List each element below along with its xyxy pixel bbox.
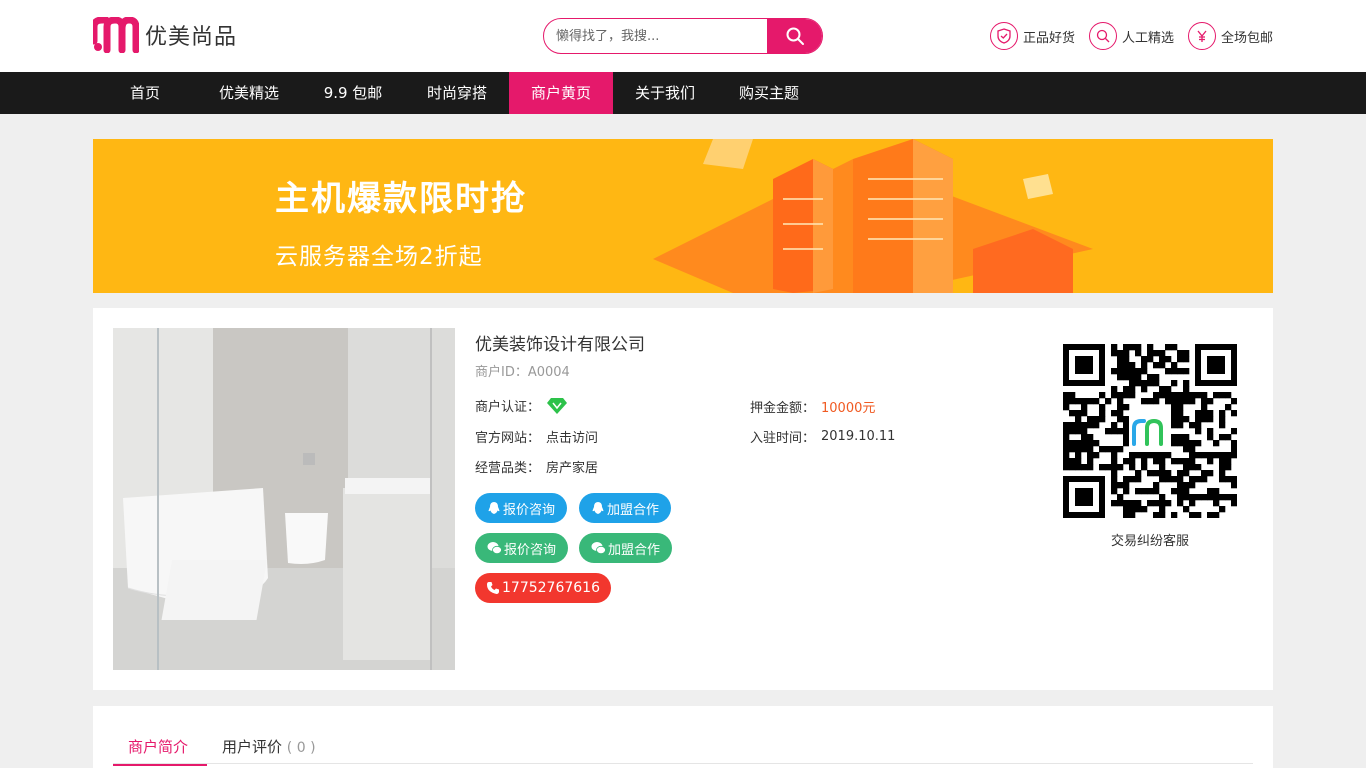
qr-code xyxy=(1063,344,1237,518)
search-button[interactable] xyxy=(767,19,822,53)
merchant-info: 优美装饰设计有限公司 商户ID：A0004 xyxy=(475,330,645,380)
phone-button[interactable]: 17752767616 xyxy=(475,573,611,603)
banner-title: 主机爆款限时抢 xyxy=(275,179,527,219)
badge-curated: 人工精选 xyxy=(1088,22,1174,50)
qq-quote-button[interactable]: 报价咨询 xyxy=(475,493,568,523)
banner-subtitle: 云服务器全场2折起 xyxy=(275,244,483,270)
cert-label: 商户认证： xyxy=(475,400,541,415)
nav-item-featured[interactable]: 优美精选 xyxy=(197,72,301,114)
tab-merchant-intro[interactable]: 商户简介 xyxy=(113,736,207,766)
logo-text: 优美尚品 xyxy=(145,25,238,50)
website-link[interactable]: 点击访问 xyxy=(546,427,598,446)
magnifier-icon xyxy=(1088,22,1117,50)
qq-icon xyxy=(592,502,604,514)
tab-merchant-intro-label: 商户简介 xyxy=(128,738,189,756)
service-badges: 正品好货 人工精选 全场包邮 xyxy=(989,22,1273,50)
main-nav: 首页 优美精选 9.9 包邮 时尚穿搭 商户黄页 关于我们 购买主题 xyxy=(0,72,1366,114)
wechat-quote-button[interactable]: 报价咨询 xyxy=(475,533,569,563)
wechat-quote-label: 报价咨询 xyxy=(504,542,557,558)
yen-icon xyxy=(1187,22,1216,50)
deposit-row: 押金金额： 10000元 xyxy=(750,397,875,416)
nav-item-about[interactable]: 关于我们 xyxy=(613,72,717,114)
deposit-value: 10000元 xyxy=(821,401,876,416)
category-label: 经营品类： xyxy=(475,461,541,476)
review-count: ( 0 ) xyxy=(286,740,316,756)
wechat-join-label: 加盟合作 xyxy=(608,542,661,558)
badge-genuine: 正品好货 xyxy=(989,22,1075,50)
merchant-tabs: 商户简介 用户评价 ( 0 ) xyxy=(93,706,1273,768)
phone-icon xyxy=(487,582,499,594)
search-input[interactable] xyxy=(544,19,767,53)
qq-join-label: 加盟合作 xyxy=(607,502,660,518)
category-row: 经营品类： 房产家居 xyxy=(475,457,598,476)
join-date-value: 2019.10.11 xyxy=(821,429,896,444)
cert-row: 商户认证： xyxy=(475,396,568,415)
deposit-label: 押金金额： xyxy=(750,401,816,416)
nav-item-buy-theme[interactable]: 购买主题 xyxy=(717,72,821,114)
shield-check-icon xyxy=(989,22,1018,50)
tabs-divider xyxy=(113,763,1253,764)
logo-m-icon xyxy=(93,17,139,53)
nav-item-free-shipping[interactable]: 9.9 包邮 xyxy=(301,72,405,114)
join-date-row: 入驻时间： 2019.10.11 xyxy=(750,427,895,446)
search-icon xyxy=(786,27,804,45)
badge-curated-label: 人工精选 xyxy=(1121,30,1174,46)
promo-banner[interactable]: 主机爆款限时抢 云服务器全场2折起 xyxy=(93,139,1273,293)
badge-genuine-label: 正品好货 xyxy=(1022,30,1075,46)
nav-item-home[interactable]: 首页 xyxy=(93,72,197,114)
banner-illustration xyxy=(653,139,1093,293)
qr-caption: 交易纠纷客服 xyxy=(1110,534,1189,549)
site-logo[interactable]: 优美尚品 xyxy=(93,17,237,53)
wechat-icon xyxy=(487,542,502,555)
category-value: 房产家居 xyxy=(546,461,599,476)
badge-free-shipping: 全场包邮 xyxy=(1187,22,1273,50)
tab-user-reviews[interactable]: 用户评价 ( 0 ) xyxy=(222,736,316,766)
company-name: 优美装饰设计有限公司 xyxy=(475,335,645,355)
wechat-icon xyxy=(591,542,606,555)
site-header: 优美尚品 正品好货 人工精选 全场包邮 xyxy=(0,0,1366,72)
join-date-label: 入驻时间： xyxy=(750,431,816,446)
nav-item-merchant-directory[interactable]: 商户黄页 xyxy=(509,72,613,114)
merchant-id: 商户ID：A0004 xyxy=(475,365,570,380)
website-row: 官方网站： 点击访问 xyxy=(475,427,598,446)
qq-icon xyxy=(488,502,500,514)
wechat-join-button[interactable]: 加盟合作 xyxy=(579,533,673,563)
qq-quote-label: 报价咨询 xyxy=(503,502,556,518)
phone-number: 17752767616 xyxy=(502,580,600,596)
nav-item-fashion[interactable]: 时尚穿搭 xyxy=(405,72,509,114)
diamond-verified-icon xyxy=(547,397,568,414)
search-box xyxy=(543,18,823,54)
merchant-card: 优美装饰设计有限公司 商户ID：A0004 商户认证： 押金金额： 10000元… xyxy=(93,308,1273,690)
website-label: 官方网站： xyxy=(475,431,541,446)
merchant-photo xyxy=(113,328,455,670)
tab-user-reviews-label: 用户评价 xyxy=(222,738,283,756)
qq-join-button[interactable]: 加盟合作 xyxy=(579,493,672,523)
badge-free-shipping-label: 全场包邮 xyxy=(1220,30,1273,46)
